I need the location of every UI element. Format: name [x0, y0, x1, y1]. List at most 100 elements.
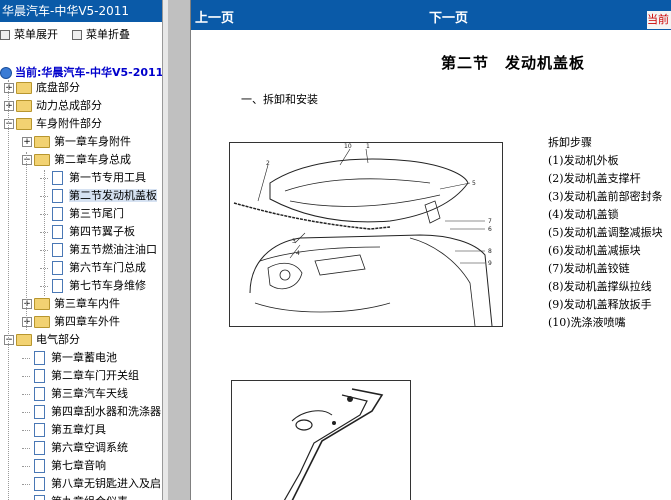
- current-book-label: 当前:华晨汽车-中华V5-2011: [15, 66, 162, 79]
- step-item: (1)发动机外板: [548, 154, 619, 167]
- tree-connector: [22, 394, 30, 395]
- document-icon: [34, 441, 45, 455]
- document-icon: [52, 207, 63, 221]
- tree-connector: [26, 152, 27, 330]
- tree-connector: [22, 358, 30, 359]
- tree-item-label: 第三章车内件: [54, 297, 120, 310]
- collapse-toggle-icon[interactable]: −: [22, 155, 32, 165]
- step-item: (7)发动机盖铰链: [548, 262, 630, 275]
- tree-panel-title: 华晨汽车-中华V5-2011: [0, 0, 162, 22]
- tree-item[interactable]: 第一节专用工具: [40, 169, 146, 187]
- document-icon: [34, 387, 45, 401]
- tree-item-label: 第五章灯具: [51, 423, 106, 436]
- tree-item-label: 第四章刮水器和洗涤器: [51, 405, 161, 418]
- expand-toggle-icon[interactable]: +: [4, 101, 14, 111]
- subsection-title: 一、拆卸和安装: [241, 93, 318, 106]
- callout-6: 6: [488, 226, 492, 233]
- document-icon: [52, 261, 63, 275]
- tree-item[interactable]: 第二节发动机盖板: [40, 187, 157, 205]
- tree-connector: [22, 430, 30, 431]
- tree-item[interactable]: 第五节燃油注油口: [40, 241, 157, 259]
- collapse-toggle-icon[interactable]: −: [4, 119, 14, 129]
- hood-exploded-diagram: 10 1 2 3 4 5 7 6 8 9: [229, 142, 503, 327]
- tree-item-label: 第七章音响: [51, 459, 106, 472]
- tree-item[interactable]: 第八章无钥匙进入及启: [22, 475, 161, 493]
- step-item: (10)洗涤液喷嘴: [548, 316, 626, 329]
- document-icon: [52, 279, 63, 293]
- tree-item[interactable]: 第四章刮水器和洗涤器: [22, 403, 161, 421]
- tree-item[interactable]: − 车身附件部分: [4, 115, 102, 133]
- tree-item-label: 车身附件部分: [36, 117, 102, 130]
- tree-item[interactable]: 第九章组合仪表: [34, 493, 128, 500]
- folder-icon: [34, 154, 50, 166]
- tree-item-label: 第一节专用工具: [69, 171, 146, 184]
- tree-item[interactable]: + 第四章车外件: [22, 313, 120, 331]
- step-item: (5)发动机盖调整减振块: [548, 226, 663, 239]
- expand-toggle-icon[interactable]: +: [22, 137, 32, 147]
- expand-icon: [0, 30, 10, 40]
- tree-item[interactable]: 第五章灯具: [22, 421, 106, 439]
- document-icon: [52, 189, 63, 203]
- tree-item[interactable]: − 第二章车身总成: [22, 151, 131, 169]
- next-page-link[interactable]: 下一页: [429, 7, 468, 26]
- tree-item[interactable]: 第四节翼子板: [40, 223, 135, 241]
- step-item: (4)发动机盖锁: [548, 208, 619, 221]
- step-item: (3)发动机盖前部密封条: [548, 190, 663, 203]
- tree-item[interactable]: 第六章空调系统: [22, 439, 128, 457]
- step-item: (8)发动机盖撑纵拉线: [548, 280, 652, 293]
- expand-toggle-icon[interactable]: +: [22, 299, 32, 309]
- tree-connector: [22, 484, 30, 485]
- tree-item-label: 第一章蓄电池: [51, 351, 117, 364]
- tree-connector: [22, 466, 30, 467]
- document-icon: [34, 369, 45, 383]
- section-title: 第二节 发动机盖板: [441, 54, 586, 72]
- tree-item-label: 第五节燃油注油口: [69, 243, 157, 256]
- tree-item[interactable]: 第一章蓄电池: [22, 349, 117, 367]
- tree-item-label: 第二章车门开关组: [51, 369, 139, 382]
- tree-item[interactable]: + 第三章车内件: [22, 295, 120, 313]
- step-item: (9)发动机盖释放扳手: [548, 298, 652, 311]
- tree-item-label: 第三章汽车天线: [51, 387, 128, 400]
- document-icon: [52, 225, 63, 239]
- tree-item[interactable]: 第七节车身维修: [40, 277, 146, 295]
- scroll-gutter: [168, 0, 191, 500]
- tree-connector: [22, 448, 30, 449]
- tree-item[interactable]: 第六节车门总成: [40, 259, 146, 277]
- document-icon: [34, 405, 45, 419]
- current-book-link[interactable]: 当前:华晨汽车-中华V5-2011: [0, 64, 162, 80]
- tree-item[interactable]: 第三章汽车天线: [22, 385, 128, 403]
- tree-item-label: 第八章无钥匙进入及启: [51, 477, 161, 490]
- collapse-menu-button[interactable]: 菜单折叠: [72, 27, 130, 43]
- expand-toggle-icon[interactable]: +: [22, 317, 32, 327]
- tree-item-label: 底盘部分: [36, 81, 80, 94]
- tree-item-label: 第二章车身总成: [54, 153, 131, 166]
- collapse-menu-label: 菜单折叠: [86, 28, 130, 41]
- collapse-toggle-icon[interactable]: −: [4, 335, 14, 345]
- tree-item[interactable]: + 动力总成部分: [4, 97, 102, 115]
- tree-item-label: 电气部分: [36, 333, 80, 346]
- callout-5: 5: [472, 180, 476, 187]
- prev-page-link[interactable]: 上一页: [195, 7, 234, 26]
- collapse-icon: [72, 30, 82, 40]
- tree-item[interactable]: − 电气部分: [4, 331, 80, 349]
- expand-toggle-icon[interactable]: +: [4, 83, 14, 93]
- tree-item[interactable]: + 底盘部分: [4, 79, 80, 97]
- document-icon: [34, 495, 45, 500]
- tree-connector: [22, 376, 30, 377]
- steps-heading: 拆卸步骤: [548, 136, 592, 149]
- document-icon: [52, 243, 63, 257]
- page-nav-bar: 上一页 下一页 当前: [191, 0, 671, 30]
- document-icon: [34, 423, 45, 437]
- folder-icon: [34, 136, 50, 148]
- folder-icon: [16, 334, 32, 346]
- tree-item[interactable]: 第三节尾门: [40, 205, 124, 223]
- tree-item[interactable]: + 第一章车身附件: [22, 133, 131, 151]
- tree-item[interactable]: 第二章车门开关组: [22, 367, 139, 385]
- callout-4: 4: [296, 250, 300, 257]
- tree-item-label: 第六节车门总成: [69, 261, 146, 274]
- expand-menu-button[interactable]: 菜单展开: [0, 27, 58, 43]
- tree-item-label: 第三节尾门: [69, 207, 124, 220]
- tree-item[interactable]: 第七章音响: [22, 457, 106, 475]
- step-item: (6)发动机盖减振块: [548, 244, 641, 257]
- callout-10: 10: [344, 143, 352, 150]
